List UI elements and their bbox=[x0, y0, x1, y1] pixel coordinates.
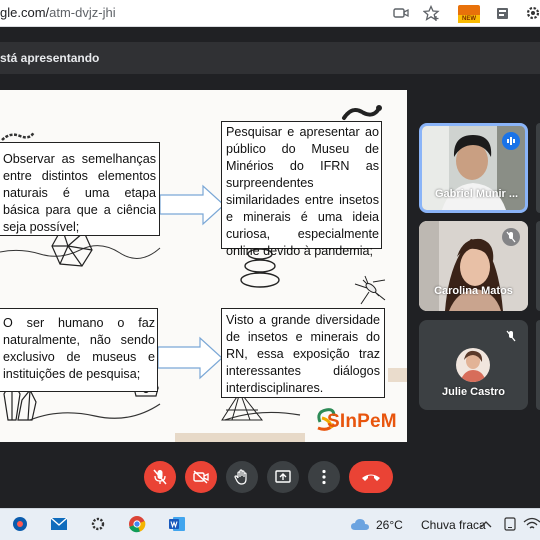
participant-name: Gabriel Munir ... bbox=[434, 188, 519, 200]
caterpillar-illustration bbox=[342, 105, 382, 120]
raise-hand-button[interactable] bbox=[226, 461, 258, 493]
tablet-icon[interactable] bbox=[500, 514, 520, 534]
slide-box-1-text: Observar as semelhanças entre distintos … bbox=[3, 152, 156, 234]
participant-tile-gabriel[interactable]: Gabriel Munir ... bbox=[419, 123, 528, 213]
more-vertical-icon bbox=[322, 469, 326, 485]
mic-off-icon bbox=[502, 327, 520, 345]
mic-off-icon bbox=[502, 228, 520, 246]
hang-up-icon bbox=[362, 474, 380, 481]
arrow-2 bbox=[157, 336, 223, 380]
hand-icon bbox=[234, 469, 247, 485]
presenting-banner-text: stá apresentando bbox=[0, 51, 100, 65]
offscreen-tile bbox=[536, 320, 540, 410]
settings-gear-icon[interactable] bbox=[88, 514, 108, 534]
chevron-up-icon[interactable] bbox=[476, 514, 496, 534]
mail-app-icon[interactable] bbox=[49, 514, 69, 534]
presentation-slide: Observar as semelhanças entre distintos … bbox=[0, 90, 407, 442]
top-gap bbox=[0, 27, 540, 42]
sinpem-logo-text: SInPeM bbox=[327, 411, 397, 432]
camera-toggle-button[interactable] bbox=[185, 461, 217, 493]
new-badge-label: NEW bbox=[458, 15, 480, 23]
extension-gear-icon[interactable] bbox=[524, 4, 540, 22]
arrow-1 bbox=[159, 184, 225, 226]
weather-cloud-icon[interactable] bbox=[350, 514, 370, 534]
present-now-button[interactable] bbox=[267, 461, 299, 493]
widget-app-icon[interactable] bbox=[10, 514, 30, 534]
leave-call-button[interactable] bbox=[349, 461, 393, 493]
participant-tile-carolina[interactable]: Carolina Matos bbox=[419, 221, 528, 311]
participant-name: Julie Castro bbox=[442, 386, 505, 398]
mic-toggle-button[interactable] bbox=[144, 461, 176, 493]
extensions-puzzle-icon[interactable] bbox=[494, 4, 512, 22]
mosquito bbox=[354, 275, 386, 305]
weather-temperature[interactable]: 26°C bbox=[376, 518, 403, 532]
participant-tile-julie[interactable]: Julie Castro bbox=[419, 320, 528, 410]
chrome-browser-icon[interactable] bbox=[127, 514, 147, 534]
slide-box-4-text: Visto a grande diversidade de insetos e … bbox=[226, 313, 380, 395]
url-path: atm-dvjz-jhi bbox=[49, 5, 116, 20]
participant-name: Carolina Matos bbox=[434, 285, 513, 297]
avatar bbox=[456, 348, 490, 382]
network-icon[interactable] bbox=[522, 514, 540, 534]
camera-indicator-icon[interactable] bbox=[392, 4, 410, 22]
offscreen-tile bbox=[536, 123, 540, 213]
url-host: gle.com/ bbox=[0, 5, 50, 20]
offscreen-tile bbox=[536, 221, 540, 311]
bookmark-star-icon[interactable] bbox=[422, 4, 440, 22]
more-options-button[interactable] bbox=[308, 461, 340, 493]
mic-muted-icon bbox=[153, 469, 167, 485]
speaking-indicator-icon bbox=[502, 132, 520, 150]
slide-box-3-text: O ser humano o faz naturalmente, não sen… bbox=[3, 316, 155, 381]
present-screen-icon bbox=[275, 470, 291, 483]
url-text[interactable]: gle.com/atm-dvjz-jhi bbox=[0, 5, 116, 20]
camera-off-icon bbox=[193, 470, 209, 484]
extension-new-icon[interactable]: NEW bbox=[458, 5, 480, 23]
word-app-icon[interactable] bbox=[167, 514, 187, 534]
slide-box-2-text: Pesquisar e apresentar ao público do Mus… bbox=[226, 125, 379, 258]
